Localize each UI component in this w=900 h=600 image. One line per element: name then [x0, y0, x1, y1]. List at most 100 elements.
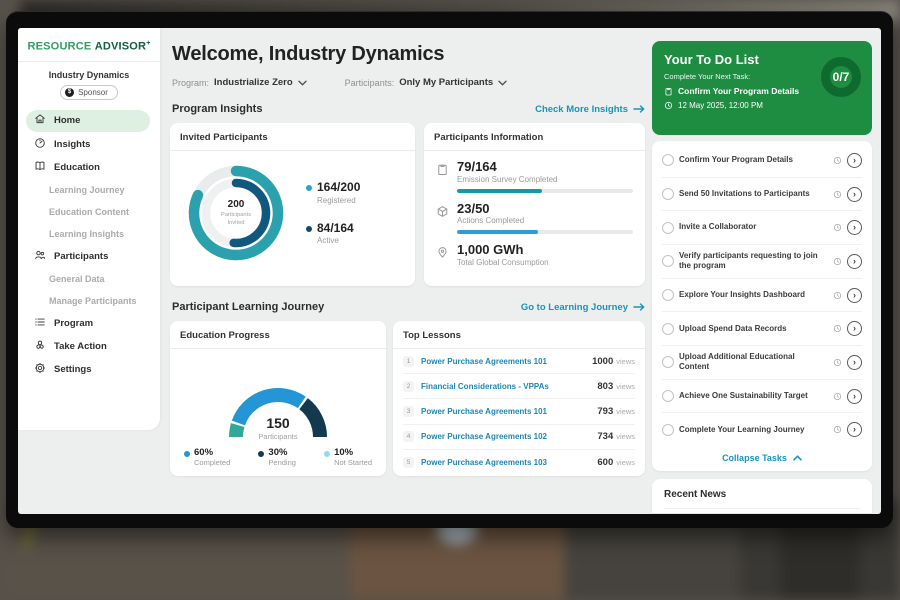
lesson-title-link[interactable]: Power Purchase Agreements 102	[421, 432, 597, 441]
participants-filter[interactable]: Participants: Only My Participants	[345, 77, 508, 88]
sidebar-item-home[interactable]: Home	[26, 110, 150, 132]
checkbox[interactable]	[662, 255, 674, 267]
chevron-down-icon	[298, 80, 307, 86]
todo-item-label: Confirm Your Program Details	[679, 155, 828, 165]
legend-pending: 30% Pending	[258, 448, 296, 467]
open-task-button[interactable]: ›	[847, 288, 862, 303]
sidebar-item-settings[interactable]: Settings	[18, 358, 160, 381]
lesson-title-link[interactable]: Power Purchase Agreements 101	[421, 357, 592, 366]
go-to-learning-journey-link[interactable]: Go to Learning Journey	[521, 302, 645, 313]
lesson-row: 3 Power Purchase Agreements 101 793 view…	[403, 399, 635, 424]
todo-list-card: Confirm Your Program Details › Send 50 I…	[652, 141, 872, 471]
todo-progress-value: 0/7	[833, 70, 850, 84]
program-filter[interactable]: Program: Industrialize Zero	[172, 77, 307, 88]
registered-dot-icon	[306, 185, 312, 191]
sidebar-item-general-data[interactable]: General Data	[18, 268, 160, 290]
todo-item-label: Invite a Collaborator	[679, 222, 828, 232]
checkbox[interactable]	[662, 356, 674, 368]
todo-item: Confirm Your Program Details ›	[662, 144, 862, 178]
location-pin-icon	[436, 246, 449, 259]
pending-pct: 30%	[268, 448, 296, 458]
completed-label: Completed	[194, 458, 230, 467]
lesson-row: 5 Power Purchase Agreements 103 600 view…	[403, 450, 635, 475]
todo-item-label: Verify participants requesting to join t…	[679, 251, 828, 272]
open-task-button[interactable]: ›	[847, 153, 862, 168]
active-dot-icon	[306, 226, 312, 232]
todo-summary-card: Your To Do List Complete Your Next Task:…	[652, 41, 872, 135]
sidebar-item-label: Insights	[54, 139, 90, 150]
section-title: Participant Learning Journey	[172, 301, 324, 313]
open-task-button[interactable]: ›	[847, 254, 862, 269]
invited-participants-card: Invited Participants 200 Participants In…	[170, 123, 415, 286]
invited-participants-donut-chart: 200 Participants Invited	[180, 157, 292, 269]
consumption-label: Total Global Consumption	[457, 258, 549, 267]
checkbox[interactable]	[662, 154, 674, 166]
lesson-title-link[interactable]: Financial Considerations - VPPAs	[421, 382, 597, 391]
todo-progress-ring: 0/7	[821, 57, 861, 97]
sidebar-item-manage-participants[interactable]: Manage Participants	[18, 290, 160, 312]
arrow-right-icon	[633, 105, 645, 113]
todo-item-label: Achieve One Sustainability Target	[679, 391, 828, 401]
lesson-rank: 4	[403, 431, 414, 442]
sidebar-item-learning-journey[interactable]: Learning Journey	[18, 179, 160, 201]
not-started-label: Not Started	[334, 458, 372, 467]
gauge-legend: 60% Completed 30% Pending 10% Not Starte…	[170, 441, 386, 467]
collapse-label: Collapse Tasks	[722, 453, 787, 463]
actions-completed-value: 23/50	[457, 202, 633, 216]
completed-dot-icon	[184, 451, 190, 457]
sidebar-item-label: Education	[54, 162, 100, 173]
todo-item-label: Send 50 Invitations to Participants	[679, 189, 828, 199]
sidebar-item-label: Take Action	[54, 341, 107, 352]
sidebar-item-take-action[interactable]: Take Action	[18, 335, 160, 358]
open-task-button[interactable]: ›	[847, 355, 862, 370]
open-task-button[interactable]: ›	[847, 187, 862, 202]
check-more-insights-link[interactable]: Check More Insights	[535, 104, 645, 115]
sidebar-item-participants[interactable]: Participants	[18, 245, 160, 268]
clipboard-icon	[664, 87, 673, 96]
legend-completed: 60% Completed	[184, 448, 230, 467]
clock-icon	[833, 257, 842, 266]
lesson-views: 793	[597, 406, 613, 417]
sidebar-item-education-content[interactable]: Education Content	[18, 201, 160, 223]
checkbox[interactable]	[662, 289, 674, 301]
clock-icon	[833, 425, 842, 434]
collapse-tasks-link[interactable]: Collapse Tasks	[662, 446, 862, 465]
sidebar: RESOURCE ADVISOR+ Industry Dynamics $ Sp…	[18, 28, 160, 430]
todo-item-label: Complete Your Learning Journey	[679, 425, 828, 435]
sidebar-item-education[interactable]: Education	[18, 156, 160, 179]
gear-icon	[34, 362, 46, 377]
checkbox[interactable]	[662, 424, 674, 436]
lesson-row: 2 Financial Considerations - VPPAs 803 v…	[403, 374, 635, 399]
clipboard-icon	[436, 163, 449, 176]
card-title: Top Lessons	[393, 321, 645, 349]
donut-center-value: 200	[228, 199, 245, 210]
sidebar-item-program[interactable]: Program	[18, 312, 160, 335]
checkbox[interactable]	[662, 188, 674, 200]
sidebar-menu: Home Insights Education Learning Journey…	[18, 110, 160, 381]
card-title: Invited Participants	[170, 123, 415, 151]
todo-item: Send 50 Invitations to Participants ›	[662, 178, 862, 212]
cube-icon	[436, 205, 449, 218]
not-started-dot-icon	[324, 451, 330, 457]
home-icon	[34, 113, 46, 128]
next-task-label: Confirm Your Program Details	[678, 86, 799, 96]
open-task-button[interactable]: ›	[847, 422, 862, 437]
due-row: 12 May 2025, 12:00 PM	[664, 101, 860, 110]
open-task-button[interactable]: ›	[847, 321, 862, 336]
link-label: Check More Insights	[535, 104, 628, 115]
open-task-button[interactable]: ›	[847, 389, 862, 404]
open-task-button[interactable]: ›	[847, 220, 862, 235]
sidebar-item-insights[interactable]: Insights	[18, 133, 160, 156]
checkbox[interactable]	[662, 390, 674, 402]
lesson-title-link[interactable]: Power Purchase Agreements 103	[421, 458, 597, 467]
lesson-title-link[interactable]: Power Purchase Agreements 101	[421, 407, 597, 416]
actions-completed-label: Actions Completed	[457, 216, 633, 225]
chevron-down-icon	[498, 80, 507, 86]
logo-plus: +	[146, 40, 150, 47]
sidebar-item-learning-insights[interactable]: Learning Insights	[18, 223, 160, 245]
checkbox[interactable]	[662, 323, 674, 335]
dashboard-screen: RESOURCE ADVISOR+ Industry Dynamics $ Sp…	[18, 28, 881, 514]
sponsor-badge-label: Sponsor	[78, 88, 108, 97]
checkbox[interactable]	[662, 222, 674, 234]
sponsor-badge[interactable]: $ Sponsor	[60, 85, 118, 100]
